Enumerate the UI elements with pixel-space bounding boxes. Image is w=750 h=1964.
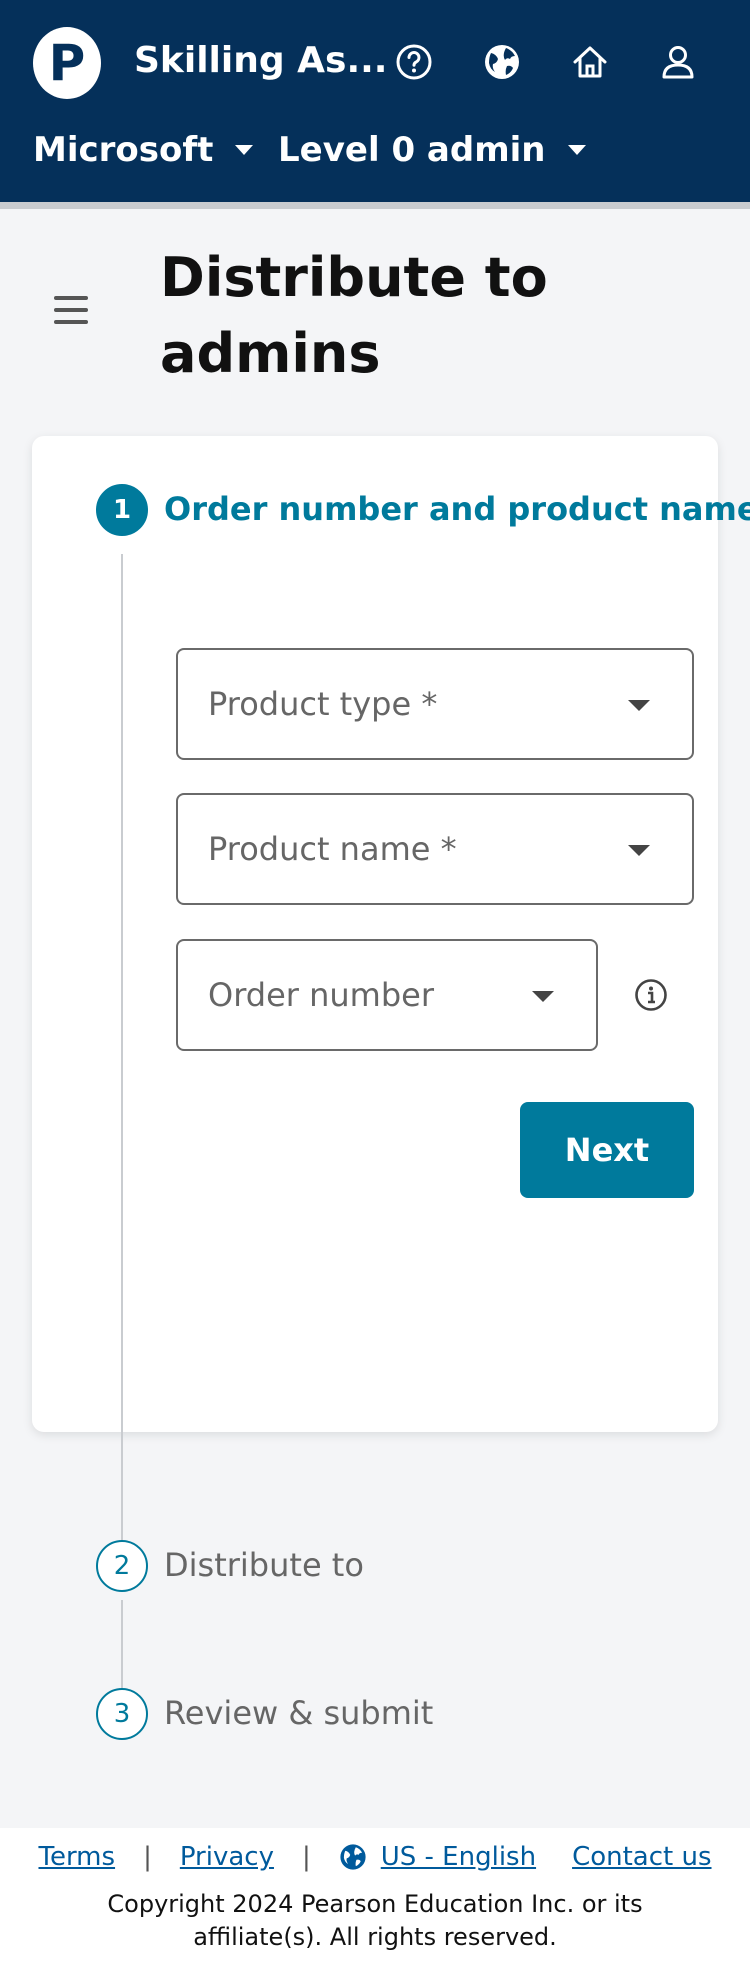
product-name-select[interactable]: Product name * [176, 793, 694, 905]
step-1-indicator: 1 [96, 484, 148, 536]
org-dropdown-label: Microsoft [33, 130, 214, 170]
footer-separator: | [301, 1842, 311, 1872]
app-title: Skilling As... [134, 40, 388, 81]
chevron-down-icon [235, 145, 254, 155]
step-2-indicator: 2 [96, 1540, 148, 1592]
role-dropdown[interactable]: Level 0 admin [278, 130, 586, 170]
header-divider [0, 202, 750, 209]
step-3-label: Review & submit [164, 1694, 434, 1732]
step-2-label: Distribute to [164, 1546, 364, 1584]
step-connector [121, 1600, 123, 1688]
terms-link[interactable]: Terms [38, 1842, 115, 1872]
chevron-down-icon [532, 991, 554, 1002]
page-footer: Terms | Privacy | US - English Contact u… [0, 1828, 750, 1964]
chevron-down-icon [628, 700, 650, 711]
role-dropdown-label: Level 0 admin [278, 130, 546, 170]
next-button[interactable]: Next [520, 1102, 694, 1198]
logo-letter: P [48, 34, 86, 92]
hamburger-menu-icon[interactable] [54, 296, 88, 326]
user-icon[interactable] [656, 40, 700, 84]
info-icon[interactable] [634, 978, 668, 1012]
page-title: Distribute to admins [160, 246, 548, 385]
org-dropdown[interactable]: Microsoft [33, 130, 254, 170]
footer-links: Terms | Privacy | US - English Contact u… [0, 1842, 750, 1872]
step-1-label: Order number and product name [164, 490, 750, 528]
globe-icon [340, 1844, 366, 1870]
copyright-text: Copyright 2024 Pearson Education Inc. or… [107, 1890, 643, 1951]
step-3-indicator: 3 [96, 1688, 148, 1740]
app-header: P Skilling As... Microsoft Level 0 admin [0, 0, 750, 202]
product-name-label: Product name * [208, 830, 457, 868]
pearson-logo[interactable]: P [33, 27, 101, 99]
contact-link[interactable]: Contact us [572, 1842, 711, 1872]
order-number-label: Order number [208, 976, 434, 1014]
help-icon[interactable] [392, 40, 436, 84]
chevron-down-icon [628, 845, 650, 856]
globe-icon[interactable] [480, 40, 524, 84]
order-number-select[interactable]: Order number [176, 939, 598, 1051]
home-icon[interactable] [568, 40, 612, 84]
language-link[interactable]: US - English [381, 1842, 536, 1872]
footer-separator: | [143, 1842, 152, 1872]
product-type-select[interactable]: Product type * [176, 648, 694, 760]
product-type-label: Product type * [208, 685, 438, 723]
privacy-link[interactable]: Privacy [180, 1842, 274, 1872]
chevron-down-icon [567, 145, 586, 155]
distribution-card: 1 Order number and product name 2 Distri… [32, 436, 750, 1740]
step-connector [121, 554, 123, 1556]
